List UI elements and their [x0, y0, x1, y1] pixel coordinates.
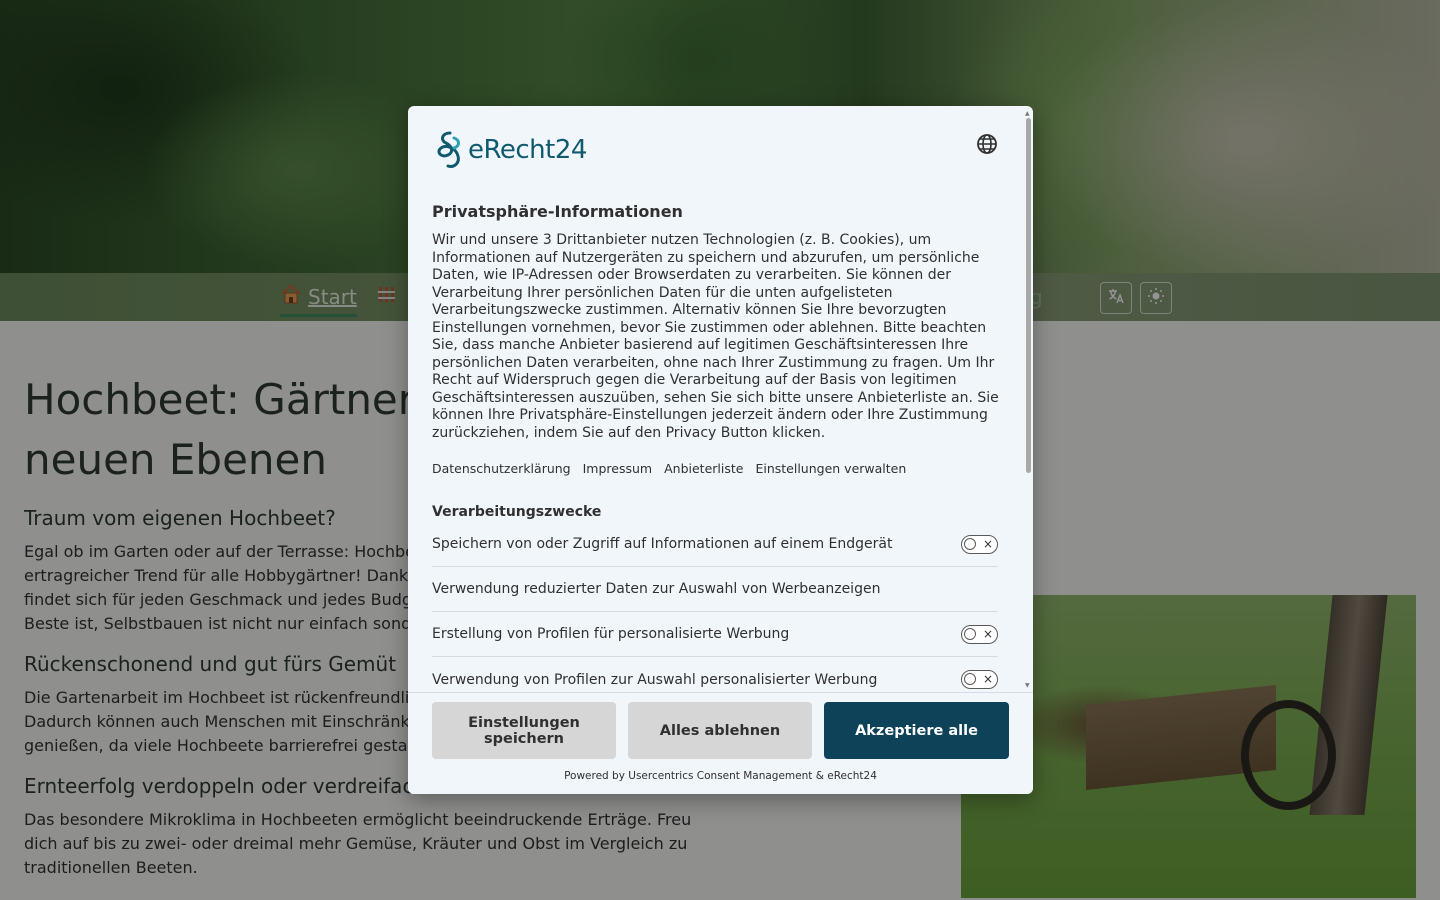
- toggle-knob: [964, 537, 976, 550]
- consent-links: Datenschutzerklärung Impressum Anbieterl…: [432, 461, 906, 476]
- erecht24-logo-mark: [437, 131, 460, 168]
- deny-all-button[interactable]: Alles ablehnen: [628, 702, 812, 759]
- purpose-toggle[interactable]: ×: [961, 670, 998, 689]
- privacy-policy-link[interactable]: Datenschutzerklärung: [432, 461, 571, 476]
- purpose-label: Verwendung von Profilen zur Auswahl pers…: [432, 671, 878, 688]
- purpose-label: Speichern von oder Zugriff auf Informati…: [432, 536, 893, 552]
- consent-scroll-area[interactable]: eRecht24 Privatsphäre-Informationen Wir …: [408, 106, 1033, 692]
- toggle-knob: [964, 673, 976, 685]
- scroll-up-arrow-icon[interactable]: ▲: [1025, 110, 1030, 117]
- globe-icon: [977, 134, 997, 154]
- vendor-list-link[interactable]: Anbieterliste: [664, 461, 743, 476]
- accept-all-button[interactable]: Akzeptiere alle: [824, 702, 1009, 759]
- purpose-label: Erstellung von Profilen für personalisie…: [432, 626, 790, 642]
- purpose-row: Speichern von oder Zugriff auf Informati…: [432, 522, 998, 567]
- consent-dialog: eRecht24 Privatsphäre-Informationen Wir …: [408, 106, 1033, 794]
- save-settings-button[interactable]: Einstellungen speichern: [432, 702, 616, 759]
- toggle-off-icon: ×: [982, 536, 993, 551]
- purpose-row: Erstellung von Profilen für personalisie…: [432, 612, 998, 657]
- erecht24-logo-text: eRecht24: [468, 135, 587, 165]
- purposes-list: Speichern von oder Zugriff auf Informati…: [432, 522, 998, 692]
- purpose-row: Verwendung reduzierter Daten zur Auswahl…: [432, 567, 998, 612]
- scrollbar-thumb[interactable]: [1026, 118, 1031, 473]
- purpose-label: Verwendung reduzierter Daten zur Auswahl…: [432, 581, 881, 597]
- purpose-toggle[interactable]: ×: [961, 624, 998, 644]
- erecht24-logo: eRecht24: [432, 130, 587, 170]
- toggle-off-icon: ×: [982, 626, 993, 641]
- manage-settings-link[interactable]: Einstellungen verwalten: [755, 461, 906, 476]
- powered-by-text: Powered by Usercentrics Consent Manageme…: [564, 770, 877, 782]
- language-button[interactable]: [975, 132, 999, 156]
- consent-footer: Einstellungen speichern Alles ablehnen Ak…: [408, 692, 1033, 794]
- purpose-row: Verwendung von Profilen zur Auswahl pers…: [432, 657, 998, 692]
- purposes-heading: Verarbeitungszwecke: [432, 504, 602, 520]
- toggle-off-icon: ×: [982, 672, 993, 686]
- toggle-knob: [964, 627, 976, 640]
- purpose-toggle[interactable]: ×: [961, 534, 998, 554]
- consent-description: Wir und unsere 3 Drittanbieter nutzen Te…: [432, 232, 999, 441]
- scrollbar[interactable]: ▲ ▼: [1023, 106, 1033, 692]
- consent-title: Privatsphäre-Informationen: [432, 202, 683, 221]
- imprint-link[interactable]: Impressum: [583, 461, 652, 476]
- scroll-down-arrow-icon[interactable]: ▼: [1025, 682, 1030, 689]
